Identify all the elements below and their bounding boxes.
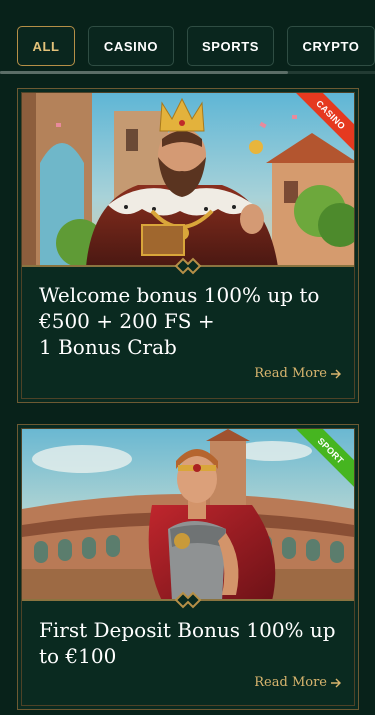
promo-card-welcome-bonus[interactable]: CASINO Welcome bonus 100% up to €500 + 2… <box>17 88 359 403</box>
read-more-label: Read More <box>254 366 327 381</box>
tabs-scrollbar[interactable] <box>0 71 375 74</box>
tabs-scrollbar-thumb[interactable] <box>0 71 288 74</box>
category-tabs: ALL CASINO SPORTS CRYPTO <box>0 0 375 74</box>
tab-casino[interactable]: CASINO <box>88 26 174 66</box>
promotions-page: ALL CASINO SPORTS CRYPTO CASINO Welcome … <box>0 0 375 715</box>
casino-badge-label: CASINO <box>296 93 354 151</box>
read-more-label: Read More <box>254 675 327 690</box>
card-title-line: €500 + 200 FS + <box>39 309 215 333</box>
sport-ribbon: SPORT <box>296 429 354 487</box>
card-title-line: to €100 <box>39 644 117 668</box>
casino-ribbon: CASINO <box>296 93 354 151</box>
card-title-line: First Deposit Bonus 100% up <box>39 618 336 642</box>
read-more-link[interactable]: Read More <box>254 675 342 690</box>
read-more-link[interactable]: Read More <box>254 366 342 381</box>
tab-all[interactable]: ALL <box>17 26 75 66</box>
card-title: Welcome bonus 100% up to €500 + 200 FS +… <box>39 282 339 360</box>
diamond-emblem-icon <box>174 591 202 609</box>
card-title-line: Welcome bonus 100% up to <box>39 283 320 307</box>
diamond-emblem-icon <box>174 257 202 275</box>
card-title-line: 1 Bonus Crab <box>39 335 177 359</box>
sport-badge-label: SPORT <box>296 429 354 487</box>
arrow-right-icon <box>331 369 341 378</box>
promo-card-first-deposit[interactable]: SPORT First Deposit Bonus 100% up to €10… <box>17 424 359 710</box>
arrow-right-icon <box>331 678 341 687</box>
tab-crypto[interactable]: CRYPTO <box>287 26 375 66</box>
tab-sports[interactable]: SPORTS <box>187 26 274 66</box>
card-title: First Deposit Bonus 100% up to €100 <box>39 617 339 669</box>
